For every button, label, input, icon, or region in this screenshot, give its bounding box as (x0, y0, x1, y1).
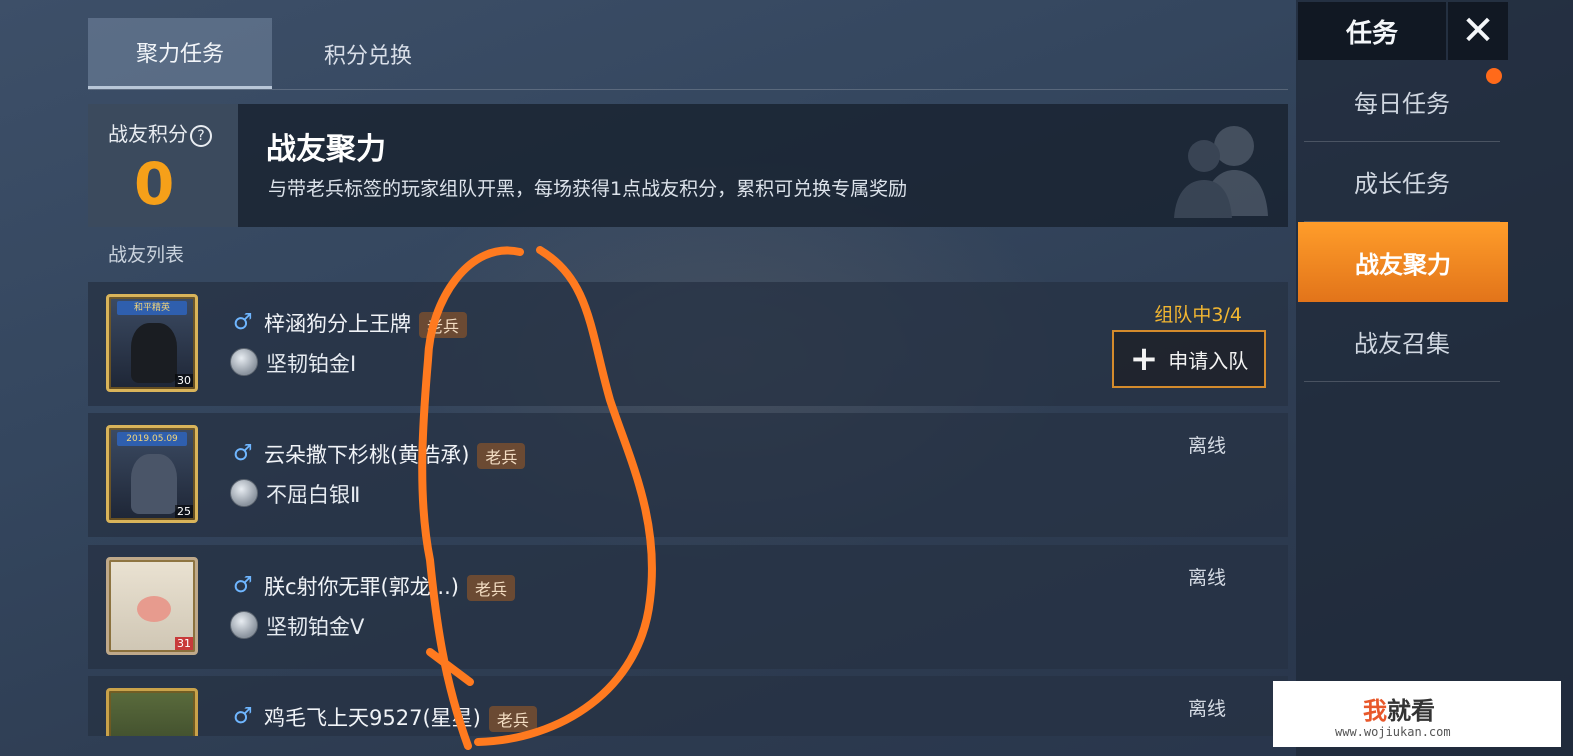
tab-points-exchange[interactable]: 积分兑换 (288, 18, 448, 89)
sidebar-item-comrade-gathering[interactable]: 战友聚力 (1298, 222, 1508, 302)
score-box: 战友积分? 0 (88, 104, 238, 227)
rank-platinum-icon (230, 348, 258, 376)
avatar-ribbon: 2019.05.09 (117, 432, 187, 446)
veteran-tag: 老兵 (419, 312, 468, 338)
sidebar-title: 任务 (1298, 2, 1446, 60)
player-row[interactable]: 和平精英 30 ♂ 梓涵狗分上王牌 老兵 坚韧铂金Ⅰ 组队中3/4 + 申请入队 (88, 282, 1288, 406)
online-status: 离线 (1187, 567, 1226, 589)
player-name: 云朵撒下杉桃(黄浩承) 老兵 (264, 439, 526, 469)
apply-join-button[interactable]: + 申请入队 (1112, 330, 1266, 388)
player-rank: 坚韧铂金Ⅰ (266, 352, 357, 376)
banner-title: 战友聚力 (266, 132, 386, 167)
player-rank: 坚韧铂金Ⅴ (266, 615, 365, 639)
friend-list-title: 战友列表 (108, 244, 185, 266)
sidebar-item-comrade-recruit[interactable]: 战友召集 (1304, 302, 1500, 382)
close-icon[interactable]: ✕ (1448, 2, 1508, 60)
player-avatar[interactable]: 2019.05.09 25 (106, 425, 198, 523)
score-value: 0 (134, 150, 175, 218)
veteran-tag: 老兵 (477, 443, 526, 469)
online-status: 离线 (1187, 698, 1226, 720)
avatar-image (131, 323, 177, 383)
avatar-image (131, 454, 177, 514)
player-avatar[interactable]: 31 (106, 557, 198, 655)
player-row[interactable]: ♂ 鸡毛飞上天9527(星星) 老兵 离线 (88, 676, 1288, 736)
player-rank: 不屈白银Ⅱ (266, 483, 361, 507)
male-icon: ♂ (233, 573, 253, 598)
team-status: 组队中3/4 (1154, 304, 1242, 326)
score-label: 战友积分? (108, 118, 212, 147)
avatar-ribbon: 和平精英 (117, 301, 187, 315)
tab-gathering-tasks[interactable]: 聚力任务 (88, 18, 272, 89)
task-sidebar: 任务 ✕ 每日任务 成长任务 战友聚力 战友召集 (1296, 0, 1573, 756)
top-tabs: 聚力任务 积分兑换 (88, 18, 1288, 90)
player-row[interactable]: 2019.05.09 25 ♂ 云朵撒下杉桃(黄浩承) 老兵 不屈白银Ⅱ 离线 (88, 413, 1288, 537)
question-circle-icon[interactable]: ? (190, 124, 212, 147)
watermark-brand: 我就看 (1363, 697, 1435, 725)
comrade-banner: 战友积分? 0 战友聚力 与带老兵标签的玩家组队开黑，每场获得1点战友积分，累积… (88, 104, 1288, 227)
watermark: 我就看 www.wojiukan.com (1273, 681, 1561, 747)
male-icon: ♂ (233, 441, 253, 466)
people-icon (1174, 126, 1268, 218)
rank-silver-icon (230, 479, 258, 507)
level-badge: 25 (175, 505, 193, 518)
player-name: 朕c射你无罪(郭龙...) 老兵 (264, 571, 515, 601)
level-badge: 30 (175, 374, 193, 387)
male-icon: ♂ (233, 704, 253, 729)
male-icon: ♂ (233, 310, 253, 335)
online-status: 离线 (1187, 435, 1226, 457)
player-avatar[interactable] (106, 688, 198, 736)
rank-platinum-icon (230, 611, 258, 639)
sidebar-item-daily-tasks[interactable]: 每日任务 (1304, 62, 1500, 142)
player-name: 鸡毛飞上天9527(星星) 老兵 (264, 702, 537, 732)
plus-icon: + (1129, 339, 1159, 379)
player-name: 梓涵狗分上王牌 老兵 (264, 308, 468, 338)
sidebar-item-growth-tasks[interactable]: 成长任务 (1304, 142, 1500, 222)
player-row[interactable]: 31 ♂ 朕c射你无罪(郭龙...) 老兵 坚韧铂金Ⅴ 离线 (88, 545, 1288, 669)
level-badge: 31 (175, 637, 193, 650)
avatar-image (137, 596, 171, 622)
banner-description: 与带老兵标签的玩家组队开黑，每场获得1点战友积分，累积可兑换专属奖励 (268, 178, 908, 200)
player-avatar[interactable]: 和平精英 30 (106, 294, 198, 392)
veteran-tag: 老兵 (466, 575, 515, 601)
watermark-url: www.wojiukan.com (1335, 725, 1451, 739)
veteran-tag: 老兵 (488, 706, 537, 732)
